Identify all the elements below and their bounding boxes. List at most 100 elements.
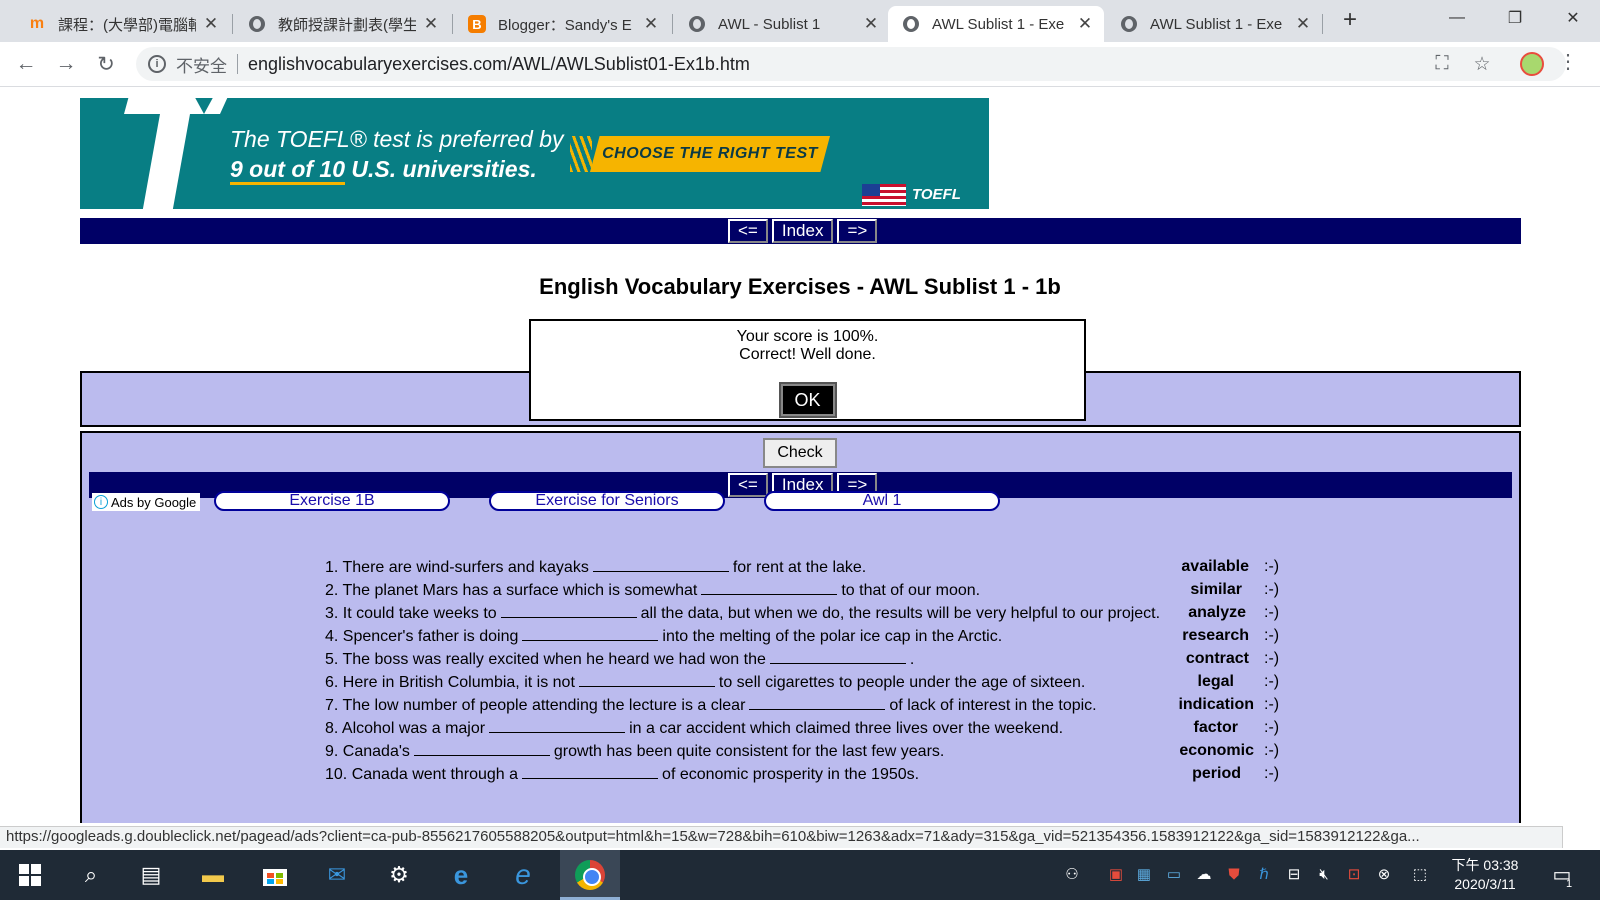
- internet-explorer-icon[interactable]: e: [508, 859, 538, 890]
- mail-icon[interactable]: ✉: [322, 860, 352, 890]
- browser-tab[interactable]: 教師授課計劃表(學生 ✕: [234, 6, 450, 42]
- correct-mark: :-): [1264, 742, 1280, 759]
- answer-word: legal: [1197, 673, 1234, 690]
- file-explorer-icon[interactable]: ▬: [198, 860, 228, 890]
- next-button[interactable]: =>: [837, 219, 878, 243]
- ad-link[interactable]: Exercise 1B: [214, 491, 450, 511]
- warning-tray-icon[interactable]: ⊡: [1344, 864, 1364, 884]
- answer-blank[interactable]: [578, 673, 715, 687]
- hp-icon[interactable]: ℏ: [1254, 864, 1274, 884]
- answer-blank[interactable]: [489, 719, 626, 733]
- feedback-text: Correct! Well done.: [739, 346, 876, 363]
- page-title: English Vocabulary Exercises - AWL Subli…: [539, 274, 1061, 299]
- answer-blank[interactable]: [592, 558, 729, 572]
- correct-mark: :-): [1264, 673, 1280, 690]
- close-tab-icon[interactable]: ✕: [202, 14, 220, 33]
- windows-start-icon[interactable]: [15, 860, 45, 890]
- answer-blank[interactable]: [701, 581, 838, 595]
- monitor-icon[interactable]: ▭: [1164, 864, 1184, 884]
- question-row: 8. Alcohol was a major in a car accident …: [325, 719, 1064, 737]
- browser-tab[interactable]: m 課程：(大學部)電腦輔 ✕: [14, 6, 230, 42]
- answer-word: indication: [1178, 696, 1254, 713]
- close-tab-icon[interactable]: ✕: [1076, 14, 1094, 33]
- system-clock[interactable]: 下午 03:38 2020/3/11: [1440, 856, 1530, 894]
- settings-gear-icon[interactable]: ⚙: [384, 860, 414, 890]
- prev-button[interactable]: <=: [728, 473, 768, 497]
- taskbar: ⌕ ▤ ▬ ✉ ⚙ e e ⚇ ▣ ▦ ▭ ☁ ⛊ ℏ ⊟ 🔇︎ ⊡ ⊗ ⬚ 下…: [0, 850, 1600, 900]
- index-button[interactable]: Index: [771, 219, 834, 243]
- minimize-icon[interactable]: —: [1428, 0, 1486, 36]
- question-row: 2. The planet Mars has a surface which i…: [325, 581, 981, 599]
- ads-by-google[interactable]: i Ads by Google: [92, 493, 201, 511]
- answer-word: economic: [1179, 742, 1254, 759]
- shield-icon[interactable]: ⛊: [1224, 864, 1244, 884]
- notification-count: 1: [1566, 878, 1573, 890]
- ad-link[interactable]: Awl 1: [764, 491, 1000, 511]
- browser-toolbar: ← → ↻ i 不安全 englishvocabularyexercises.c…: [0, 42, 1600, 87]
- choose-test-button[interactable]: CHOOSE THE RIGHT TEST: [590, 136, 830, 172]
- extension-icon[interactable]: [1520, 52, 1544, 76]
- browser-tab[interactable]: B Blogger：Sandy's E ✕: [454, 6, 670, 42]
- restore-icon[interactable]: ❐: [1486, 0, 1544, 36]
- answer-word: contract: [1185, 650, 1249, 667]
- edge-icon[interactable]: e: [446, 860, 476, 890]
- close-tab-icon[interactable]: ✕: [862, 14, 880, 33]
- answer-blank[interactable]: [769, 650, 906, 664]
- tab-title: 教師授課計劃表(學生: [278, 16, 416, 34]
- back-icon[interactable]: ←: [12, 50, 40, 78]
- toefl-brand: TOEFL: [912, 186, 961, 203]
- answer-blank[interactable]: [522, 627, 659, 641]
- close-tab-icon[interactable]: ✕: [422, 14, 440, 33]
- prev-button[interactable]: <=: [728, 219, 768, 243]
- input-method-icon[interactable]: ⬚: [1410, 864, 1430, 884]
- close-circle-icon[interactable]: ⊗: [1374, 864, 1394, 884]
- correct-mark: :-): [1264, 650, 1280, 667]
- app-tray-icon[interactable]: ▦: [1134, 864, 1154, 884]
- score-text: Your score is 100%.: [736, 328, 879, 345]
- forward-icon[interactable]: →: [52, 50, 80, 78]
- globe-icon: [688, 15, 706, 33]
- task-view-icon[interactable]: ▤: [136, 860, 166, 890]
- question-row: 10. Canada went through a of economic pro…: [325, 765, 920, 783]
- check-button[interactable]: Check: [763, 438, 837, 468]
- chrome-icon[interactable]: [575, 860, 605, 890]
- onedrive-icon[interactable]: ☁: [1194, 864, 1214, 884]
- site-info-icon[interactable]: i: [148, 55, 166, 73]
- bookmark-star-icon[interactable]: ☆: [1468, 50, 1496, 78]
- answer-word: period: [1192, 765, 1241, 782]
- menu-icon[interactable]: ⋮: [1558, 50, 1578, 74]
- close-window-icon[interactable]: ✕: [1544, 0, 1600, 36]
- correct-mark: :-): [1264, 627, 1280, 644]
- people-icon[interactable]: ⚇: [1062, 864, 1082, 884]
- close-tab-icon[interactable]: ✕: [1294, 14, 1312, 33]
- volume-muted-icon[interactable]: 🔇︎: [1314, 864, 1334, 884]
- blogger-icon: B: [468, 15, 486, 33]
- answer-blank[interactable]: [522, 765, 659, 779]
- security-label: 不安全: [176, 56, 227, 76]
- answer-blank[interactable]: [413, 742, 550, 756]
- reload-icon[interactable]: ↻: [92, 50, 120, 78]
- ad-link[interactable]: Exercise for Seniors: [489, 491, 725, 511]
- network-icon[interactable]: ⊟: [1284, 864, 1304, 884]
- browser-tab[interactable]: AWL - Sublist 1 ✕: [674, 6, 890, 42]
- score-dialog: Your score is 100%. Correct! Well done. …: [529, 319, 1086, 421]
- url-text[interactable]: englishvocabularyexercises.com/AWL/AWLSu…: [248, 54, 750, 75]
- browser-tab-active[interactable]: AWL Sublist 1 - Exe ✕: [888, 6, 1104, 42]
- search-icon[interactable]: ⌕: [76, 860, 106, 890]
- store-icon[interactable]: [260, 860, 290, 890]
- tab-title: 課程：(大學部)電腦輔: [58, 16, 196, 34]
- answer-blank[interactable]: [500, 604, 637, 618]
- browser-tab[interactable]: AWL Sublist 1 - Exe ✕: [1106, 6, 1322, 42]
- ok-button[interactable]: OK: [778, 382, 837, 418]
- correct-mark: :-): [1264, 558, 1280, 575]
- answer-blank[interactable]: [749, 696, 886, 710]
- globe-icon: [248, 15, 266, 33]
- answer-word: available: [1181, 558, 1249, 575]
- ad-subline: 9 out of 10 U.S. universities.: [230, 156, 537, 185]
- toefl-ad-banner[interactable]: The TOEFL® test is preferred by 9 out of…: [80, 98, 989, 209]
- address-bar[interactable]: i 不安全 englishvocabularyexercises.com/AWL…: [136, 47, 1566, 81]
- new-tab-button[interactable]: +: [1336, 6, 1364, 34]
- close-tab-icon[interactable]: ✕: [642, 14, 660, 33]
- gift-icon[interactable]: ▣: [1106, 864, 1126, 884]
- translate-icon[interactable]: ⛶: [1428, 50, 1456, 78]
